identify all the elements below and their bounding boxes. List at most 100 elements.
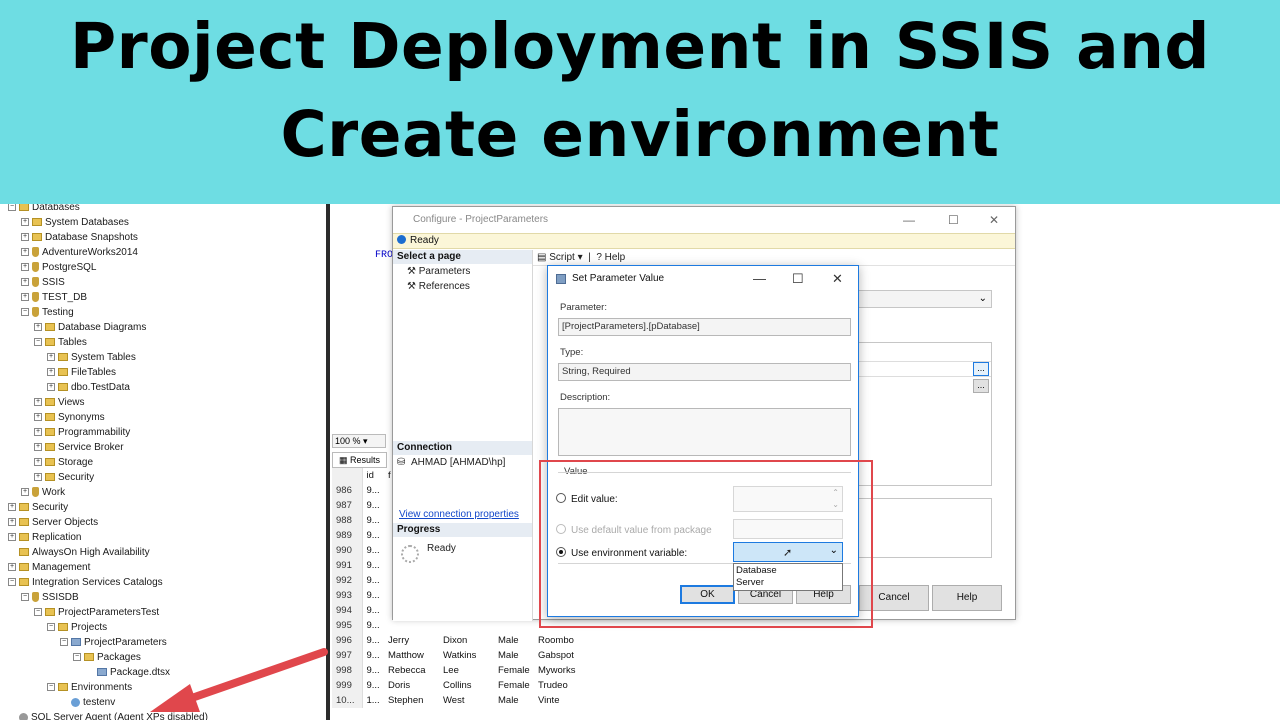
view-connection-properties-link[interactable]: View connection properties: [393, 509, 519, 520]
expand-icon[interactable]: +: [34, 413, 42, 422]
collapse-icon[interactable]: −: [34, 608, 42, 617]
collapse-icon[interactable]: −: [73, 653, 81, 662]
expand-icon[interactable]: +: [21, 218, 29, 227]
expand-icon[interactable]: +: [21, 248, 29, 257]
expand-icon[interactable]: +: [47, 368, 55, 377]
tree-item[interactable]: + dbo.TestData: [47, 380, 130, 395]
collapse-icon[interactable]: −: [47, 623, 55, 632]
minimize-button[interactable]: —: [903, 207, 915, 233]
tree-item[interactable]: − Testing: [21, 305, 74, 320]
use-default-radio[interactable]: Use default value from package: [556, 524, 712, 536]
tree-item[interactable]: + SSIS: [21, 275, 65, 290]
tree-item[interactable]: Package.dtsx: [86, 665, 170, 680]
expand-icon[interactable]: +: [8, 533, 16, 542]
expand-icon[interactable]: +: [47, 353, 55, 362]
help-toolbar-button[interactable]: ? Help: [596, 252, 625, 263]
use-environment-variable-radio[interactable]: Use environment variable:: [556, 547, 687, 559]
spv-minimize-button[interactable]: —: [753, 266, 766, 292]
parameter-label: Parameter:: [560, 302, 607, 313]
tree-item[interactable]: + System Databases: [21, 215, 129, 230]
expand-icon[interactable]: +: [21, 293, 29, 302]
param-ellipsis-button-2[interactable]: ...: [973, 379, 989, 393]
tree-item[interactable]: − Packages: [73, 650, 141, 665]
mouse-cursor-icon: ➚: [783, 547, 793, 559]
spv-maximize-button[interactable]: ☐: [792, 266, 804, 292]
table-row[interactable]: 998 9... Rebecca Lee Female Myworks: [332, 663, 594, 678]
expand-icon[interactable]: +: [8, 563, 16, 572]
expand-icon[interactable]: +: [21, 263, 29, 272]
collapse-icon[interactable]: −: [21, 593, 29, 602]
expand-icon[interactable]: +: [21, 233, 29, 242]
tree-item[interactable]: − Environments: [47, 680, 132, 695]
tree-item[interactable]: + Programmability: [34, 425, 130, 440]
tree-item[interactable]: + Server Objects: [8, 515, 98, 530]
tree-item[interactable]: testenv: [60, 695, 115, 710]
page-references[interactable]: ⚒ References: [393, 279, 532, 294]
expand-icon[interactable]: +: [34, 443, 42, 452]
ok-button[interactable]: OK: [680, 585, 735, 604]
table-cell: 9...: [366, 485, 380, 496]
tree-item[interactable]: + Views: [34, 395, 85, 410]
collapse-icon[interactable]: −: [60, 638, 68, 647]
expand-icon[interactable]: +: [34, 428, 42, 437]
tree-item[interactable]: + Database Snapshots: [21, 230, 138, 245]
close-button[interactable]: ✕: [989, 207, 999, 233]
table-row[interactable]: 996 9... Jerry Dixon Male Roombo: [332, 633, 594, 648]
expand-icon[interactable]: +: [34, 473, 42, 482]
configure-help-button[interactable]: Help: [932, 585, 1002, 611]
expand-icon[interactable]: +: [21, 278, 29, 287]
zoom-select[interactable]: 100 % ▾: [332, 434, 386, 448]
env-option-database[interactable]: Database: [736, 565, 840, 577]
table-row[interactable]: 10... 1... Stephen West Male Vinte: [332, 693, 594, 708]
expand-icon[interactable]: +: [21, 488, 29, 497]
expand-icon[interactable]: +: [34, 398, 42, 407]
table-row[interactable]: 999 9... Doris Collins Female Trudeo: [332, 678, 594, 693]
tree-item[interactable]: − Tables: [34, 335, 87, 350]
tree-item[interactable]: + Database Diagrams: [34, 320, 146, 335]
tree-item[interactable]: + AdventureWorks2014: [21, 245, 138, 260]
collapse-icon[interactable]: −: [21, 308, 29, 317]
edit-value-field[interactable]: ⌃ ⌄: [733, 486, 843, 512]
tree-item[interactable]: + Synonyms: [34, 410, 105, 425]
maximize-button[interactable]: ☐: [948, 207, 959, 233]
page-parameters[interactable]: ⚒ Parameters: [393, 264, 532, 279]
scope-select[interactable]: ⌄: [858, 290, 992, 308]
env-option-server[interactable]: Server: [736, 577, 840, 589]
tree-item[interactable]: − ProjectParameters: [60, 635, 167, 650]
expand-icon[interactable]: +: [8, 503, 16, 512]
tree-item[interactable]: + TEST_DB: [21, 290, 87, 305]
expand-icon[interactable]: +: [34, 323, 42, 332]
table-row[interactable]: 997 9... Matthow Watkins Male Gabspot: [332, 648, 594, 663]
tree-item[interactable]: − SSISDB: [21, 590, 79, 605]
tree-item[interactable]: SQL Server Agent (Agent XPs disabled): [8, 710, 208, 720]
tree-item[interactable]: − ProjectParametersTest: [34, 605, 159, 620]
tree-item[interactable]: − Projects: [47, 620, 107, 635]
tree-item[interactable]: + Security: [34, 470, 94, 485]
spv-close-button[interactable]: ✕: [832, 266, 843, 292]
edit-value-radio[interactable]: Edit value:: [556, 493, 618, 505]
expand-icon[interactable]: +: [34, 458, 42, 467]
tree-item[interactable]: + Service Broker: [34, 440, 124, 455]
configure-cancel-button[interactable]: Cancel: [859, 585, 929, 611]
expand-icon[interactable]: +: [47, 383, 55, 392]
tree-item[interactable]: + System Tables: [47, 350, 136, 365]
tree-item[interactable]: AlwaysOn High Availability: [8, 545, 150, 560]
environment-variable-select[interactable]: ⌄ ➚: [733, 542, 843, 562]
param-ellipsis-button-1[interactable]: ...: [973, 362, 989, 376]
collapse-icon[interactable]: −: [8, 578, 16, 587]
tree-item[interactable]: + Replication: [8, 530, 81, 545]
tab-results[interactable]: ▦ Results: [332, 452, 388, 468]
collapse-icon[interactable]: −: [47, 683, 55, 692]
tree-item[interactable]: + Work: [21, 485, 65, 500]
tree-item[interactable]: − Integration Services Catalogs: [8, 575, 163, 590]
tree-item[interactable]: + PostgreSQL: [21, 260, 96, 275]
script-button[interactable]: ▤ Script ▾: [537, 252, 583, 263]
description-field[interactable]: [558, 408, 851, 456]
tree-item[interactable]: + FileTables: [47, 365, 116, 380]
collapse-icon[interactable]: −: [34, 338, 42, 347]
tree-item[interactable]: + Management: [8, 560, 90, 575]
collapse-icon[interactable]: −: [8, 203, 16, 212]
expand-icon[interactable]: +: [8, 518, 16, 527]
tree-item[interactable]: + Storage: [34, 455, 93, 470]
tree-item[interactable]: + Security: [8, 500, 68, 515]
